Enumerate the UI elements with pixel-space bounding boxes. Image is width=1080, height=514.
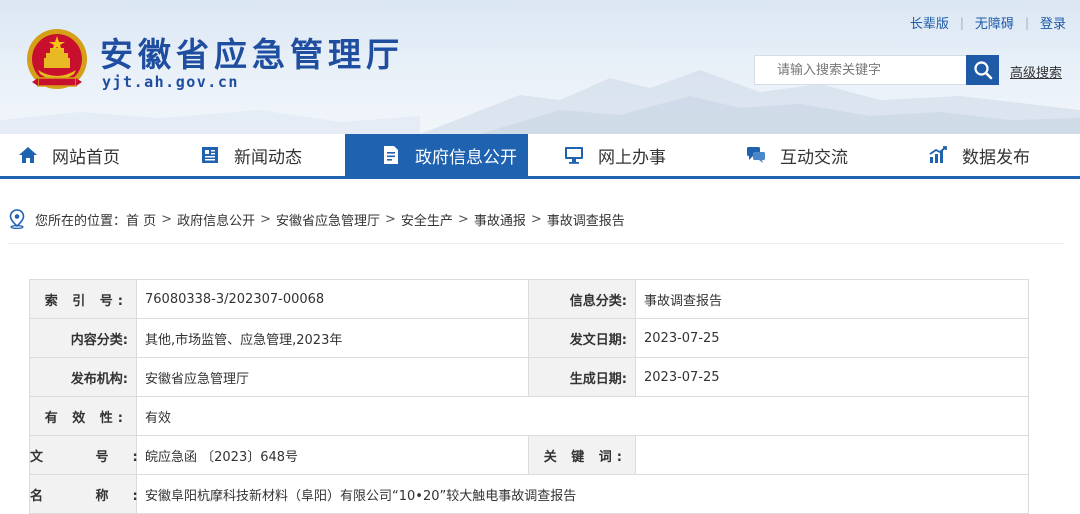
national-emblem-logo [27,29,87,89]
generation-date-label: 生成日期: [528,357,636,397]
divider: | [1024,15,1029,30]
publisher-value: 安徽省应急管理厅 [136,357,529,397]
breadcrumb-item-dept[interactable]: 安徽省应急管理厅 [276,210,380,229]
nav-item-news[interactable]: 新闻动态 [182,134,345,176]
breadcrumb-item-accident-notice[interactable]: 事故通报 [474,210,526,229]
site-domain: yjt.ah.gov.cn [102,73,239,91]
breadcrumb-separator: > [260,211,271,227]
nav-label: 数据发布 [962,147,1030,168]
location-pin-icon [9,209,25,229]
table-row: 名 称: 安徽阜阳杭摩科技新材料（阜阳）有限公司“10•20”较大触电事故调查报… [29,474,1029,514]
table-row: 内容分类: 其他,市场监管、应急管理,2023年 发文日期: 2023-07-2… [29,318,1029,358]
document-number-label: 文 号: [29,435,138,475]
advanced-search-link[interactable]: 高级搜索 [1010,62,1062,81]
document-info-table: 索 引 号: 76080338-3/202307-00068 信息分类: 事故调… [29,279,1029,514]
breadcrumb-item-home[interactable]: 首 页 [126,210,156,229]
breadcrumb-separator: > [530,211,542,227]
nav-label: 新闻动态 [234,147,302,168]
nav-label: 网上办事 [598,147,666,168]
nav-label: 政府信息公开 [415,147,517,168]
issue-date-value: 2023-07-25 [635,318,1029,358]
info-category-label: 信息分类: [528,279,636,319]
chat-icon [746,145,766,165]
breadcrumb-separator: > [457,211,469,227]
publisher-label: 发布机构: [29,357,137,397]
breadcrumb-item-investigation-report[interactable]: 事故调查报告 [547,210,625,229]
main-nav: 网站首页 新闻动态 政府信息公开 网上办事 互动交流 数据发布 [0,134,1080,179]
issue-date-label: 发文日期: [528,318,636,358]
chart-icon [928,145,948,165]
index-number-label: 索 引 号: [29,279,137,319]
table-row: 发布机构: 安徽省应急管理厅 生成日期: 2023-07-25 [29,357,1029,397]
accessibility-link[interactable]: 无障碍 [975,13,1014,32]
title-label: 名 称: [29,474,138,514]
generation-date-value: 2023-07-25 [635,357,1029,397]
nav-item-gov-info[interactable]: 政府信息公开 [345,134,528,176]
keywords-value [635,435,1029,475]
document-number-value: 皖应急函 〔2023〕648号 [136,435,529,475]
search-icon [973,61,992,80]
login-link[interactable]: 登录 [1040,13,1066,32]
top-links: 长辈版 | 无障碍 | 登录 [910,13,1066,33]
divider: | [959,15,964,30]
site-header: 安徽省应急管理厅 yjt.ah.gov.cn 长辈版 | 无障碍 | 登录 高级… [0,0,1080,134]
nav-item-online-service[interactable]: 网上办事 [528,134,710,176]
info-category-value: 事故调查报告 [635,279,1029,319]
title-value: 安徽阜阳杭摩科技新材料（阜阳）有限公司“10•20”较大触电事故调查报告 [136,474,1029,514]
monitor-icon [564,145,584,165]
content-category-value: 其他,市场监管、应急管理,2023年 [136,318,529,358]
newspaper-icon [200,145,220,165]
validity-label: 有 效 性: [29,396,137,436]
home-icon [18,145,38,165]
breadcrumb-prefix: 您所在的位置： [35,213,127,229]
table-row: 索 引 号: 76080338-3/202307-00068 信息分类: 事故调… [29,279,1029,319]
nav-label: 互动交流 [780,147,848,168]
elder-mode-link[interactable]: 长辈版 [910,13,949,32]
table-row: 文 号: 皖应急函 〔2023〕648号 关 键 词: [29,435,1029,475]
nav-item-home[interactable]: 网站首页 [0,134,182,176]
breadcrumb-item-gov-info[interactable]: 政府信息公开 [177,210,255,229]
nav-item-interaction[interactable]: 互动交流 [710,134,892,176]
divider [8,243,1064,244]
keywords-label: 关 键 词: [528,435,636,475]
nav-label: 网站首页 [52,147,120,168]
breadcrumb-separator: > [161,211,173,227]
breadcrumb-item-safety[interactable]: 安全生产 [401,210,453,229]
breadcrumb: 您所在的位置： 首 页 > 政府信息公开 > 安徽省应急管理厅 > 安全生产 >… [8,209,625,229]
index-number-value: 76080338-3/202307-00068 [136,279,529,319]
breadcrumb-separator: > [385,211,396,227]
validity-value: 有效 [136,396,1029,436]
nav-item-data[interactable]: 数据发布 [892,134,1080,176]
table-row: 有 效 性: 有效 [29,396,1029,436]
document-icon [381,145,401,165]
site-title: 安徽省应急管理厅 [100,35,404,74]
search-button[interactable] [966,55,999,85]
content-category-label: 内容分类: [29,318,137,358]
search-input[interactable] [754,55,966,85]
